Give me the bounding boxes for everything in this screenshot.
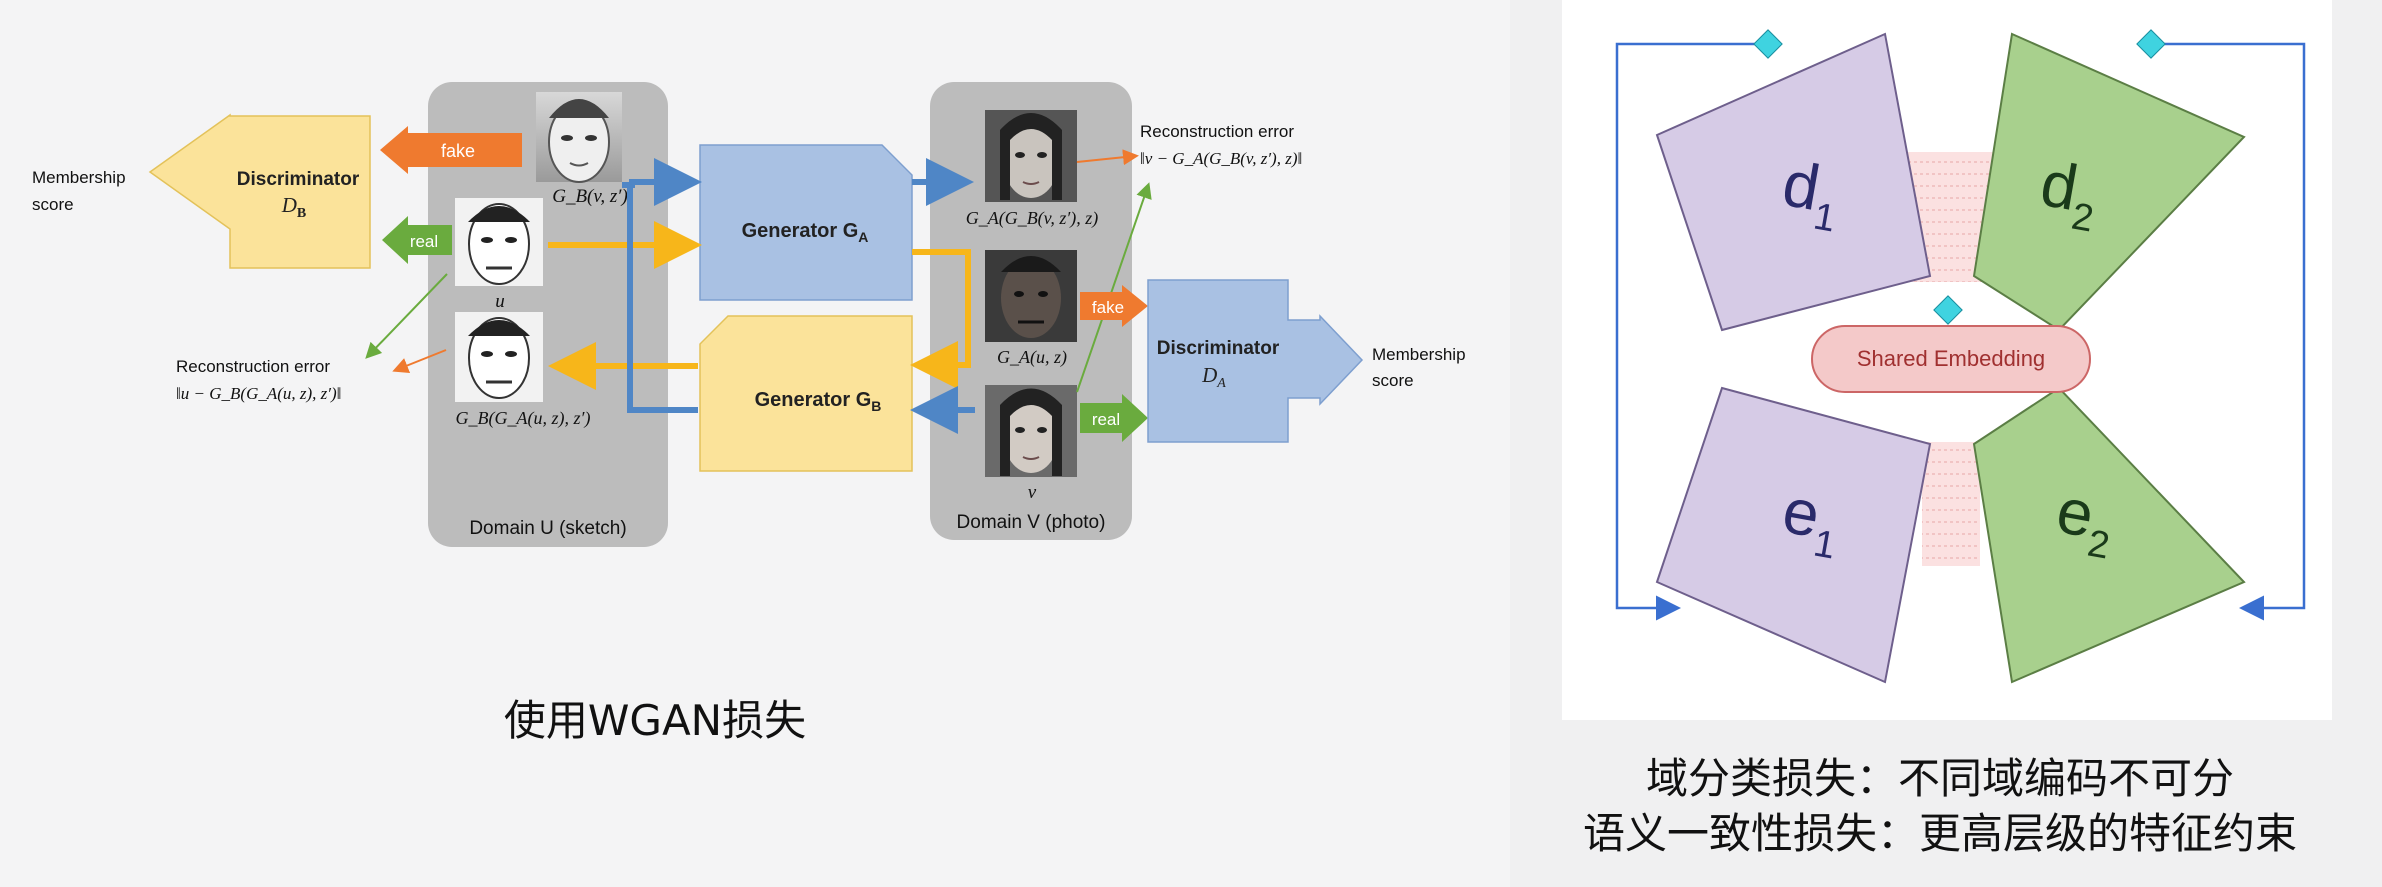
- real-label-right: real: [1092, 410, 1120, 429]
- label-gb-v: G_B(v, z′): [552, 186, 628, 207]
- real-label-left: real: [410, 232, 438, 251]
- encoder-connection: [1922, 442, 1980, 566]
- generator-b-title: Generator GB: [755, 389, 882, 414]
- domain-u-label: Domain U (sketch): [469, 518, 626, 539]
- membership-score-left-2: score: [32, 195, 74, 214]
- caption-semantic-loss: 语义一致性损失：更高层级的特征约束: [1583, 809, 2297, 858]
- recon-error-left-title: Reconstruction error: [176, 357, 330, 376]
- membership-score-right-1: Membership: [1372, 345, 1466, 364]
- face-u: [455, 198, 543, 286]
- recon-error-right-formula: ‖v − G_A(G_B(v, z′), z)‖: [1140, 149, 1302, 168]
- face-gb-ga-u: [455, 312, 543, 402]
- face-v: [985, 385, 1077, 477]
- face-ga-gb-v: [985, 110, 1077, 202]
- caption-domain-loss: 域分类损失：不同域编码不可分: [1646, 754, 2234, 803]
- label-v: v: [1028, 482, 1037, 503]
- recon-error-left-formula: ‖u − G_B(G_A(u, z), z′)‖: [176, 384, 341, 403]
- label-ga-gb-v: G_A(G_B(v, z′), z): [966, 208, 1099, 229]
- face-gb-v: [536, 92, 622, 183]
- label-gb-ga-u: G_B(G_A(u, z), z′): [456, 408, 591, 429]
- membership-score-right-2: score: [1372, 371, 1414, 390]
- shared-embedding-label: Shared Embedding: [1857, 346, 2045, 371]
- fake-label-right: fake: [1092, 298, 1124, 317]
- recon-error-right-title: Reconstruction error: [1140, 122, 1294, 141]
- fake-label-left: fake: [441, 141, 475, 161]
- label-ga-u: G_A(u, z): [997, 347, 1067, 368]
- slide-canvas: Domain U (sketch) Domain V (photo) Discr…: [0, 0, 2382, 887]
- domain-v-label: Domain V (photo): [957, 512, 1106, 533]
- membership-score-left-1: Membership: [32, 168, 126, 187]
- discriminator-a-title: Discriminator: [1157, 338, 1280, 359]
- generator-a-title: Generator GA: [742, 220, 869, 245]
- face-ga-u: [985, 250, 1077, 342]
- caption-wgan-loss: 使用WGAN损失: [504, 696, 806, 745]
- discriminator-b-title: Discriminator: [237, 169, 360, 190]
- label-u: u: [495, 291, 505, 312]
